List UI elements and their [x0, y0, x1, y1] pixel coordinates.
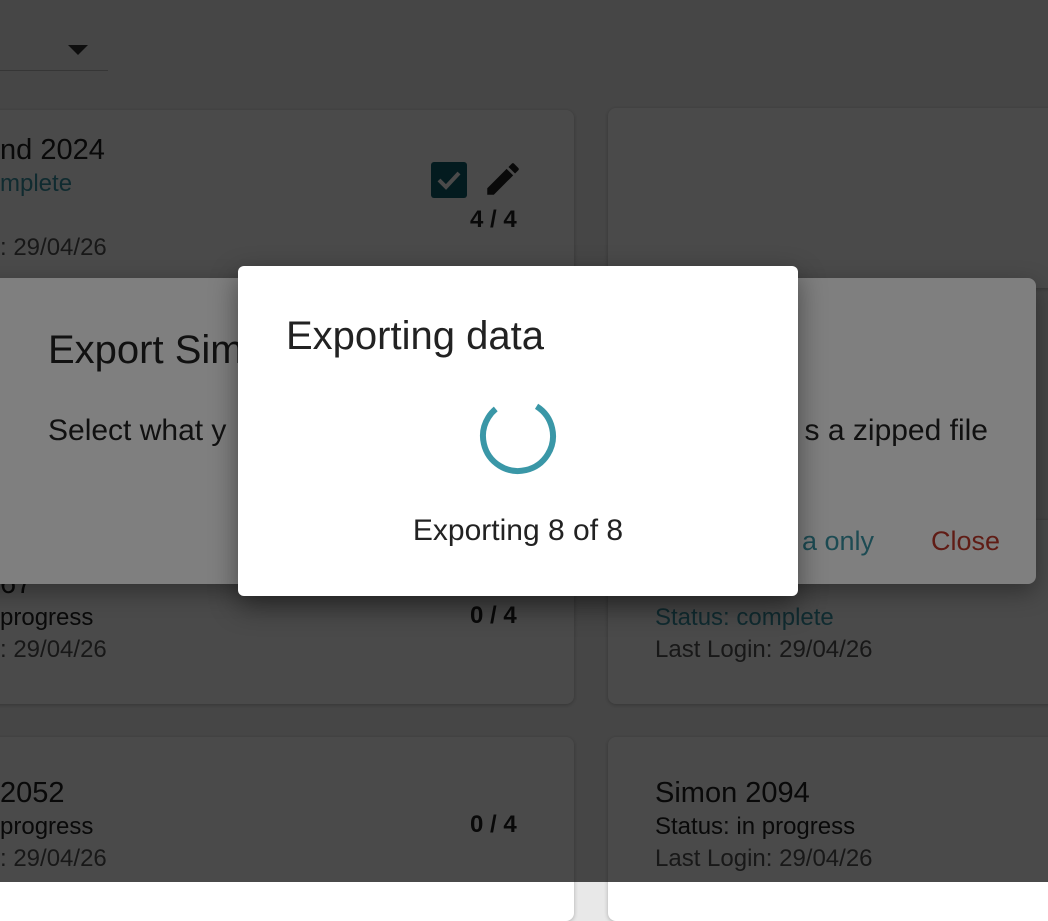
progress-dialog-title: Exporting data [286, 314, 544, 358]
loading-spinner-icon [480, 398, 556, 474]
export-progress-dialog: Exporting data Exporting 8 of 8 [238, 266, 798, 596]
progress-status-text: Exporting 8 of 8 [412, 514, 624, 547]
